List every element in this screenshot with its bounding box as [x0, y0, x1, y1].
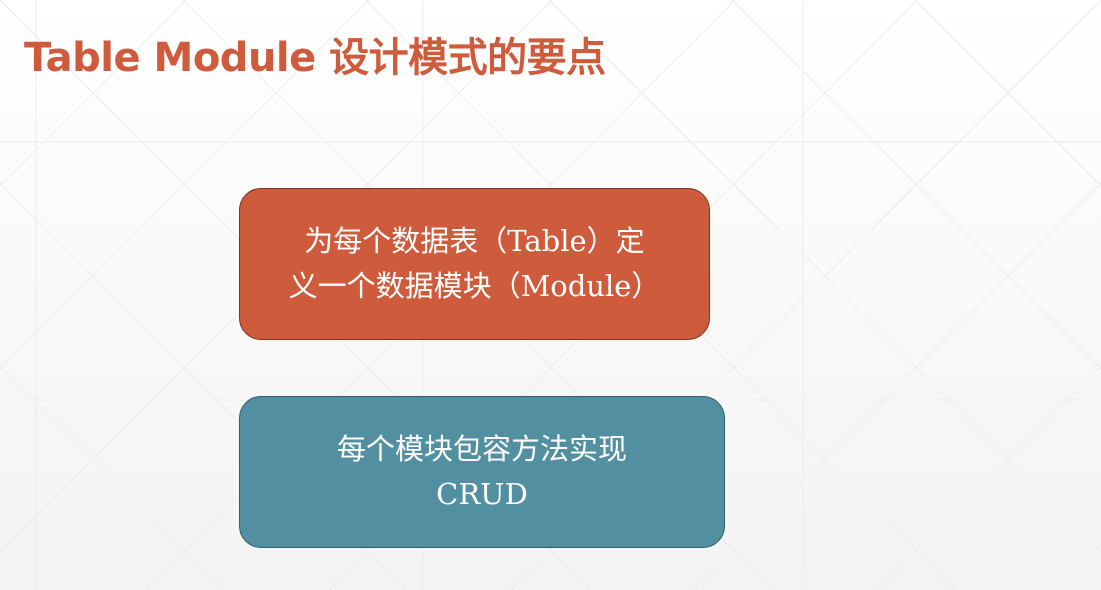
crud-methods-box: 每个模块包容方法实现 CRUD	[239, 396, 725, 548]
crud-line-1: 每个模块包容方法实现	[336, 432, 627, 466]
definition-line-2: 义一个数据模块（Module）	[288, 269, 661, 303]
crud-line-2: CRUD	[436, 477, 528, 511]
slide-title: Table Module 设计模式的要点	[24, 35, 606, 81]
definition-line-1: 为每个数据表（Table）定	[304, 224, 645, 258]
crud-methods-box-text: 每个模块包容方法实现 CRUD	[329, 427, 635, 517]
definition-box-text: 为每个数据表（Table）定 义一个数据模块（Module）	[281, 219, 669, 309]
definition-box: 为每个数据表（Table）定 义一个数据模块（Module）	[239, 188, 710, 340]
